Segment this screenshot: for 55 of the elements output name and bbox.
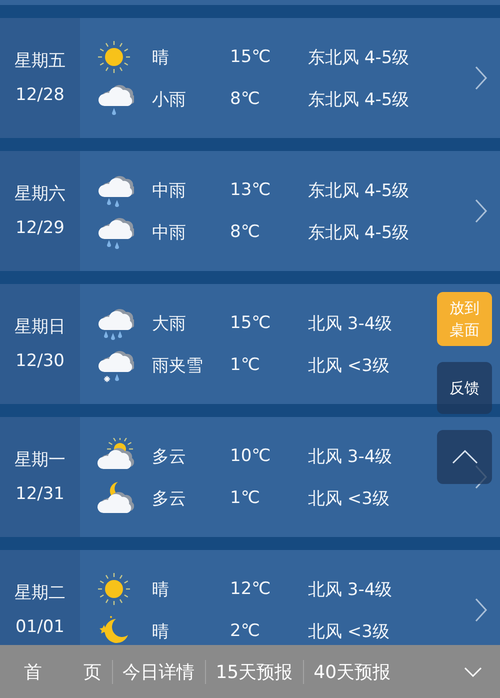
wind: 北风 3-4级	[308, 312, 392, 334]
wind: 东北风 4-5级	[308, 180, 410, 202]
nav-tab[interactable]: 首 页	[14, 660, 112, 684]
temperature: 15℃	[230, 47, 272, 67]
wind: 北风 <3级	[308, 620, 390, 642]
chevron-right-icon[interactable]	[474, 65, 488, 91]
chevron-right-icon[interactable]	[474, 597, 488, 623]
temperature: 10℃	[230, 446, 272, 466]
day-card[interactable]: 星期六 12/29 中雨 13℃ 东北风 4-5级 中雨 8℃ 东北风 4-5级	[0, 151, 500, 271]
chevron-up-icon	[452, 450, 478, 464]
wind: 北风 3-4级	[308, 446, 392, 468]
wind: 北风 <3级	[308, 488, 390, 510]
temperature: 8℃	[230, 89, 261, 109]
temperature: 15℃	[230, 313, 272, 333]
wind: 北风 3-4级	[308, 578, 392, 600]
condition: 小雨	[152, 88, 187, 110]
scroll-top-button[interactable]	[437, 430, 492, 484]
temperature: 12℃	[230, 579, 272, 599]
date: 01/01	[16, 617, 64, 637]
weekday: 星期六	[14, 184, 66, 204]
condition: 雨夹雪	[152, 354, 204, 376]
date: 12/31	[16, 484, 64, 504]
weekday: 星期五	[14, 51, 66, 71]
temperature: 1℃	[230, 488, 261, 508]
date: 12/29	[16, 218, 64, 238]
day-card[interactable]: 星期五 12/28 晴 15℃ 东北风 4-5级 小雨 8℃ 东北风 4-5级	[0, 18, 500, 138]
wind: 东北风 4-5级	[308, 222, 410, 244]
day-card[interactable]: 星期一 12/31 多云 10℃ 北风 3-4级 多云 1℃ 北风 <3级	[0, 417, 500, 537]
chevron-right-icon[interactable]	[474, 198, 488, 224]
temperature: 1℃	[230, 355, 261, 375]
chevron-down-icon[interactable]	[464, 666, 482, 676]
condition: 晴	[152, 578, 170, 600]
temperature: 8℃	[230, 222, 261, 242]
temperature: 2℃	[230, 621, 261, 641]
feedback-button[interactable]: 反馈	[437, 362, 492, 414]
nav-tab[interactable]: 40天预报	[304, 660, 401, 684]
wind: 北风 <3级	[308, 354, 390, 376]
weekday: 星期一	[14, 450, 66, 470]
date: 12/28	[16, 85, 64, 105]
condition: 中雨	[152, 180, 187, 202]
condition: 中雨	[152, 222, 187, 244]
condition: 晴	[152, 46, 170, 68]
wind: 东北风 4-5级	[308, 46, 410, 68]
nav-tab[interactable]: 今日详情	[112, 660, 205, 684]
weekday: 星期二	[14, 583, 66, 603]
wind: 东北风 4-5级	[308, 88, 410, 110]
condition: 多云	[152, 488, 187, 510]
temperature: 13℃	[230, 180, 272, 200]
day-card[interactable]: 星期二 01/01 晴 12℃ 北风 3-4级 晴 2℃ 北风 <3级	[0, 550, 500, 645]
date: 12/30	[16, 351, 64, 371]
condition: 晴	[152, 620, 170, 642]
condition: 多云	[152, 446, 187, 468]
condition: 大雨	[152, 312, 187, 334]
nav-tab[interactable]: 15天预报	[206, 660, 303, 684]
weekday: 星期日	[14, 317, 66, 337]
